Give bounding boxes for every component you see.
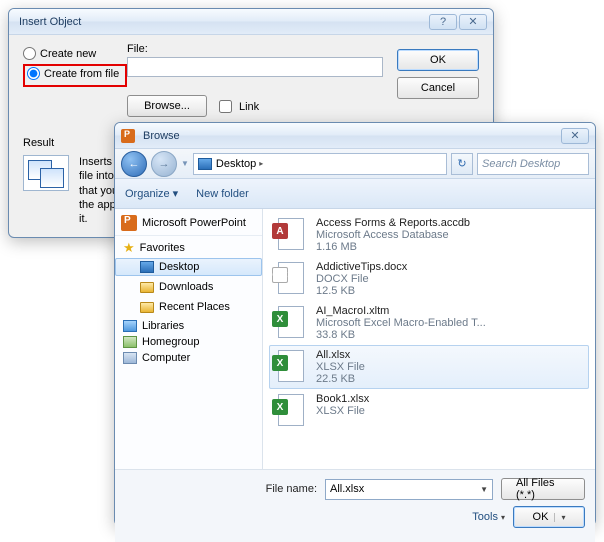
file-type: XLSX File [316,405,369,417]
access-icon: A [272,223,288,239]
file-name: AddictiveTips.docx [316,261,407,273]
tools-menu[interactable]: Tools▾ [472,511,505,523]
folder-icon [140,302,154,313]
file-name: Book1.xlsx [316,393,369,405]
browse-bottom-bar: File name: All.xlsx ▼ All Files (*.*) To… [115,469,595,542]
desktop-icon [140,261,154,273]
create-from-file-highlight: Create from file [23,64,127,87]
create-new-label: Create new [40,48,96,60]
browse-title: Browse [143,130,561,142]
create-from-file-label: Create from file [44,68,119,80]
create-new-radio-input[interactable] [23,47,36,60]
navigation-tree: Microsoft PowerPoint ★ Favorites Desktop… [115,209,263,469]
excel-icon: X [272,311,288,327]
browse-titlebar[interactable]: Browse ✕ [115,123,595,149]
open-ok-button[interactable]: OK▾ [513,506,585,528]
file-size: 1.16 MB [316,241,470,253]
tree-downloads[interactable]: Downloads [115,278,262,296]
address-row: ← → ▼ Desktop▸ ↻ Search Desktop [115,149,595,179]
link-checkbox-input[interactable] [219,100,232,113]
libraries-icon [123,320,137,332]
browse-toolbar: Organize▾ New folder [115,179,595,209]
file-size: 22.5 KB [316,373,365,385]
star-icon: ★ [123,240,135,256]
file-filter-dropdown[interactable]: All Files (*.*) [501,478,585,500]
titlebar[interactable]: Insert Object ? ✕ [9,9,493,35]
result-icon [23,155,69,191]
search-input[interactable]: Search Desktop [477,153,589,175]
file-path-input[interactable] [127,57,383,77]
nav-forward-button[interactable]: → [151,151,177,177]
file-name: All.xlsx [316,349,365,361]
homegroup-icon [123,336,137,348]
tree-recent-places[interactable]: Recent Places [115,298,262,316]
file-type: DOCX File [316,273,407,285]
powerpoint-icon [121,129,135,143]
file-name-label: File name: [266,483,317,495]
tree-desktop[interactable]: Desktop [115,258,262,276]
browse-dialog: Browse ✕ ← → ▼ Desktop▸ ↻ Search Desktop… [114,122,596,526]
homegroup-group[interactable]: Homegroup [123,336,262,348]
link-label: Link [239,101,259,113]
result-heading: Result [23,137,54,149]
file-type: Microsoft Excel Macro-Enabled T... [316,317,486,329]
file-type: XLSX File [316,361,365,373]
file-size: 33.8 KB [316,329,486,341]
create-from-file-radio[interactable]: Create from file [27,67,119,80]
file-row[interactable]: X Book1.xlsx XLSX File [269,389,589,431]
link-checkbox[interactable]: Link [215,97,259,116]
file-type: Microsoft Access Database [316,229,470,241]
nav-back-button[interactable]: ← [121,151,147,177]
close-button[interactable]: ✕ [459,14,487,30]
refresh-button[interactable]: ↻ [451,153,473,175]
organize-menu[interactable]: Organize▾ [125,187,178,200]
nav-history-dropdown[interactable]: ▼ [181,159,189,168]
new-folder-button[interactable]: New folder [196,188,249,200]
libraries-group[interactable]: Libraries [123,320,262,332]
favorites-group[interactable]: ★ Favorites [123,240,262,256]
desktop-icon [198,158,212,170]
file-name: Access Forms & Reports.accdb [316,217,470,229]
cancel-button[interactable]: Cancel [397,77,479,99]
excel-icon: X [272,399,288,415]
folder-icon [140,282,154,293]
excel-icon: X [272,355,288,371]
docx-icon: DOCX [272,267,288,283]
file-size: 12.5 KB [316,285,407,297]
search-placeholder: Search Desktop [482,158,560,170]
help-button[interactable]: ? [429,14,457,30]
file-row[interactable]: DOCX AddictiveTips.docx DOCX File 12.5 K… [269,257,589,301]
create-from-file-radio-input[interactable] [27,67,40,80]
computer-icon [123,352,137,364]
chevron-down-icon: ▼ [480,485,488,494]
file-name: AI_MacroI.xltm [316,305,486,317]
browse-button[interactable]: Browse... [127,95,207,117]
ok-button[interactable]: OK [397,49,479,71]
file-list: A Access Forms & Reports.accdb Microsoft… [263,209,595,469]
file-row[interactable]: X AI_MacroI.xltm Microsoft Excel Macro-E… [269,301,589,345]
file-label: File: [127,43,383,55]
computer-group[interactable]: Computer [123,352,262,364]
address-segment[interactable]: Desktop▸ [216,158,263,170]
powerpoint-shortcut[interactable]: Microsoft PowerPoint [115,211,262,236]
powerpoint-icon [121,215,137,231]
dialog-title: Insert Object [19,16,429,28]
file-name-combobox[interactable]: All.xlsx ▼ [325,479,493,500]
browse-close-button[interactable]: ✕ [561,128,589,144]
address-bar[interactable]: Desktop▸ [193,153,447,175]
file-row-selected[interactable]: X All.xlsx XLSX File 22.5 KB [269,345,589,389]
file-row[interactable]: A Access Forms & Reports.accdb Microsoft… [269,213,589,257]
